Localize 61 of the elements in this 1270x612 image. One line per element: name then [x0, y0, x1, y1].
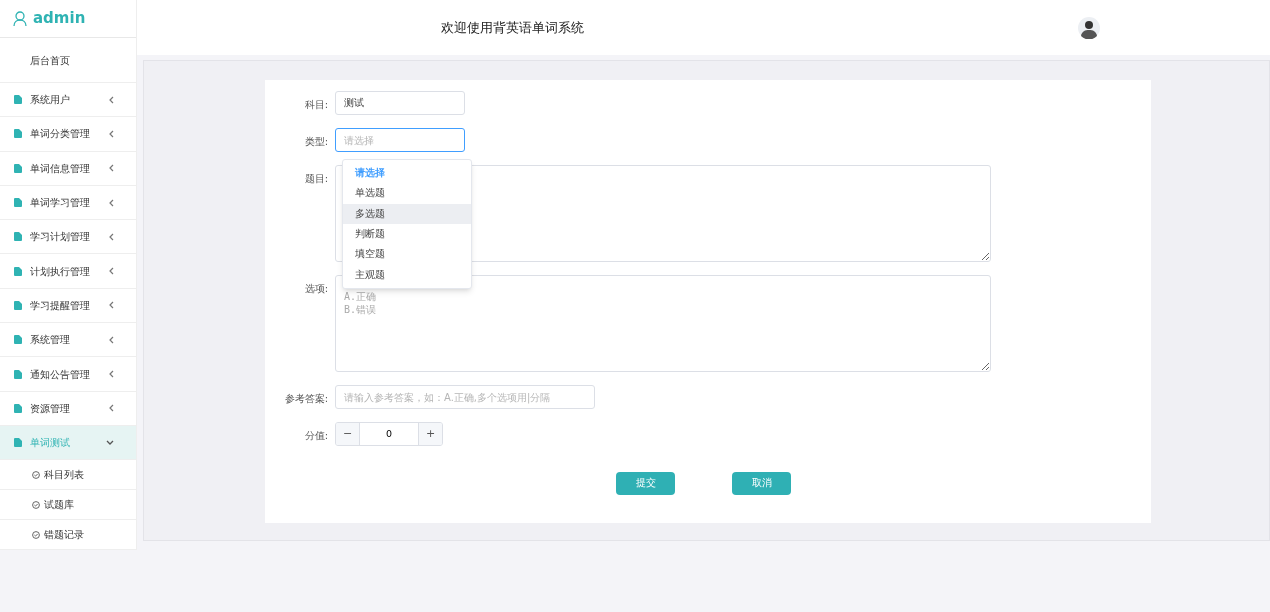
subject-input[interactable]: 测试	[335, 91, 465, 115]
number-stepper[interactable]: − 0 +	[335, 422, 443, 446]
document-icon	[14, 232, 22, 242]
field-label: 分值:	[304, 430, 328, 441]
dropdown-option[interactable]: 单选题	[343, 183, 471, 204]
chevron-left-icon	[108, 232, 114, 241]
sidebar-item[interactable]: 学习计划管理	[0, 220, 136, 255]
field-label: 题目:	[304, 173, 328, 184]
chevron-left-icon	[108, 198, 114, 207]
submenu-item[interactable]: 试题库	[0, 490, 136, 521]
sidebar-item[interactable]: 单词分类管理	[0, 117, 136, 152]
type-select[interactable]: 请选择	[335, 128, 465, 152]
chevron-left-icon	[108, 95, 114, 104]
sidebar-item[interactable]: 学习提醒管理	[0, 288, 136, 324]
sidebar-item[interactable]: 单词信息管理	[0, 151, 136, 186]
score-input[interactable]: 0	[360, 423, 418, 445]
sidebar-item[interactable]: 计划执行管理	[0, 254, 136, 289]
check-circle-icon	[32, 500, 40, 509]
sidebar-item[interactable]: 系统用户	[0, 83, 136, 118]
document-icon	[14, 403, 22, 413]
sidebar-item[interactable]: 单词学习管理	[0, 185, 136, 221]
field-label: 参考答案:	[284, 393, 328, 404]
answer-input[interactable]: 请输入参考答案，如：A.正确,多个选项用|分隔	[335, 385, 595, 409]
check-circle-icon	[32, 530, 40, 539]
username: admin	[33, 8, 86, 30]
submenu-item[interactable]: 错题记录	[0, 520, 136, 551]
dropdown-option[interactable]: 主观题	[343, 264, 471, 285]
page-title: 欢迎使用背英语单词系统	[441, 18, 584, 37]
document-icon	[14, 335, 22, 345]
document-icon	[14, 129, 22, 139]
chevron-left-icon	[108, 164, 114, 173]
field-label: 选项:	[304, 283, 328, 294]
sidebar-item[interactable]: 系统管理	[0, 323, 136, 358]
submenu-item[interactable]: 科目列表	[0, 460, 136, 491]
chevron-left-icon	[108, 335, 114, 344]
chevron-left-icon	[108, 370, 114, 378]
chevron-left-icon	[108, 267, 114, 276]
increment-button[interactable]: +	[418, 423, 442, 445]
field-label: 类型:	[304, 136, 328, 147]
check-circle-icon	[32, 470, 40, 479]
document-icon	[14, 198, 22, 208]
chevron-left-icon	[108, 404, 114, 413]
chevron-down-icon	[106, 439, 114, 446]
dropdown-option[interactable]: 多选题	[343, 203, 471, 224]
dropdown-option[interactable]: 判断题	[343, 223, 471, 245]
sidebar-item[interactable]: 后台首页	[30, 52, 70, 68]
document-icon	[14, 300, 22, 310]
sidebar-item[interactable]: 通知公告管理	[0, 357, 136, 392]
user-icon	[13, 10, 27, 27]
avatar[interactable]	[1078, 16, 1100, 39]
sidebar-item[interactable]: 资源管理	[0, 391, 136, 426]
document-icon	[14, 163, 22, 173]
decrement-button[interactable]: −	[336, 423, 360, 445]
dropdown-option[interactable]: 填空题	[343, 244, 471, 265]
document-icon	[14, 369, 22, 379]
chevron-left-icon	[108, 129, 114, 138]
document-icon	[14, 266, 22, 276]
document-icon	[14, 95, 22, 105]
field-label: 科目:	[304, 99, 328, 110]
document-icon	[14, 438, 22, 448]
chevron-left-icon	[108, 301, 114, 310]
